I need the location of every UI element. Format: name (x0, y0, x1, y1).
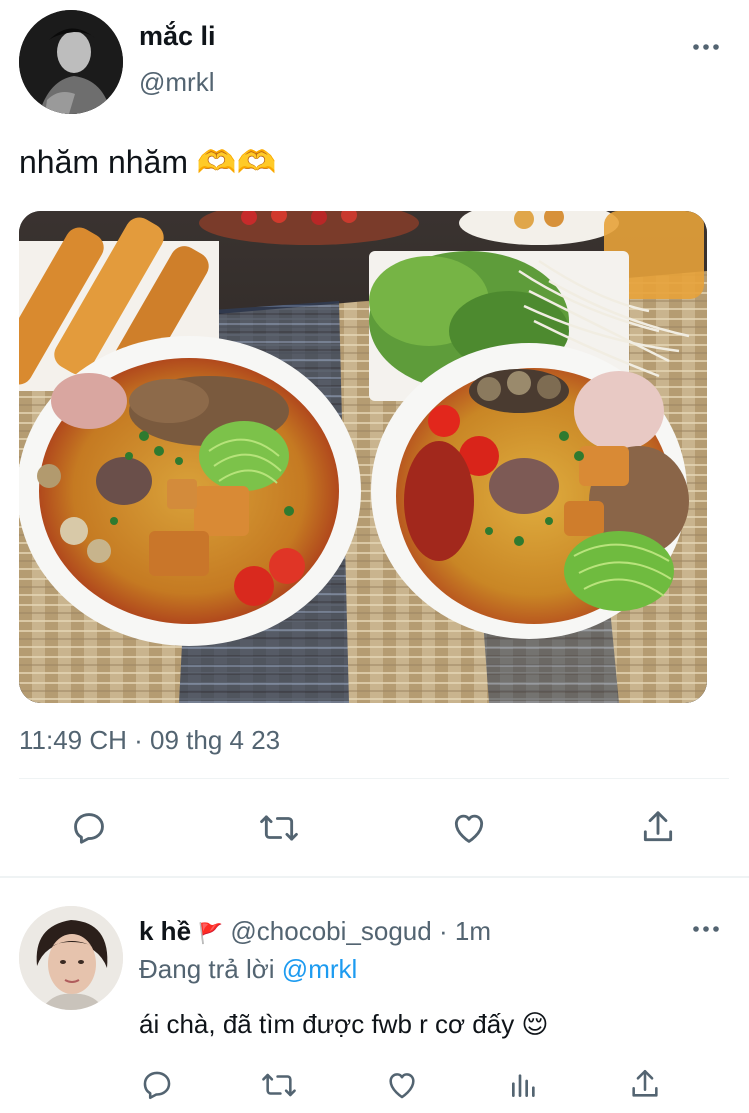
section-divider (0, 876, 749, 878)
reply-separator: · (438, 916, 448, 946)
replying-to-link[interactable]: @mrkl (282, 954, 358, 984)
author-name[interactable]: mắc li (139, 20, 216, 52)
tweet-image[interactable] (19, 211, 707, 703)
reply-text: ái chà, đã tìm được fwb r cơ đấy 😌 (139, 1009, 549, 1039)
reply-views-icon[interactable] (508, 1068, 540, 1102)
author-avatar[interactable] (19, 10, 123, 114)
food-photo (19, 211, 707, 703)
more-dots-icon[interactable] (692, 30, 720, 56)
author-handle[interactable]: @mrkl (139, 66, 215, 98)
reply-retweet-icon[interactable] (260, 1068, 298, 1102)
reply-avatar-photo (19, 906, 123, 1010)
avatar-photo (19, 10, 123, 114)
reply-more-dots-icon[interactable] (692, 924, 720, 934)
reply-author-avatar[interactable] (19, 906, 123, 1010)
reply-like-icon[interactable] (384, 1068, 420, 1102)
reply-header: k hề 🚩 @chocobi_sogud · 1m (139, 914, 491, 951)
divider (19, 778, 729, 779)
reply-age[interactable]: 1m (455, 916, 491, 946)
reply-share-icon[interactable] (628, 1066, 662, 1102)
replying-prefix: Đang trả lời (139, 954, 275, 984)
red-flag-icon: 🚩 (198, 923, 224, 945)
reply-author-handle[interactable]: @chocobi_sogud (230, 916, 431, 946)
reply-author-name[interactable]: k hề (139, 916, 191, 946)
tweet-text: nhăm nhăm 🫶🫶 (19, 144, 277, 180)
replying-to-line: Đang trả lời @mrkl (139, 952, 357, 986)
retweet-icon[interactable] (258, 809, 300, 847)
reply-icon[interactable] (70, 809, 108, 847)
tweet-timestamp[interactable]: 11:49 CH · 09 thg 4 23 (19, 724, 280, 756)
share-icon[interactable] (639, 807, 677, 847)
like-icon[interactable] (449, 809, 489, 847)
reply-reply-icon[interactable] (140, 1068, 174, 1102)
